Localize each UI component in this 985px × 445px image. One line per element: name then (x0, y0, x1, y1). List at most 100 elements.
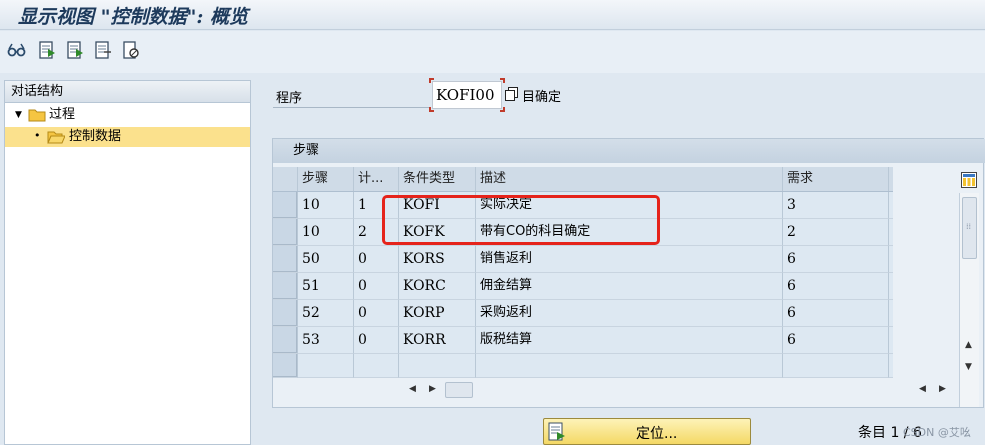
glasses-display-icon[interactable] (7, 40, 27, 60)
row-selector[interactable] (273, 354, 298, 378)
cell-step[interactable]: 10 (298, 192, 354, 219)
watermark: CSDN @艾吆 (903, 426, 971, 439)
cell-condition-type[interactable] (399, 354, 476, 378)
scroll-left-icon[interactable]: ◀ (919, 384, 926, 394)
title-bar: 显示视图 "控制数据": 概览 (0, 0, 985, 30)
header-spacer (889, 167, 893, 191)
scroll-right-icon[interactable]: ▶ (429, 384, 436, 394)
cell-condition-type[interactable]: KORS (399, 246, 476, 273)
cell-condition-type[interactable]: KORP (399, 300, 476, 327)
vertical-scrollbar[interactable]: ⁞⁞ ▲ ▼ (959, 193, 979, 407)
table-row[interactable]: 51 0 KORC 佣金结算 6 (273, 273, 893, 300)
program-description: 目确定 (522, 90, 562, 105)
row-selector[interactable] (273, 300, 298, 327)
cell-step[interactable]: 53 (298, 327, 354, 354)
cell-description: 佣金结算 (476, 273, 783, 300)
cell-counter[interactable]: 0 (354, 273, 399, 300)
cell-condition-type[interactable]: KORR (399, 327, 476, 354)
select-block-icon[interactable] (37, 40, 57, 60)
tree-item-label: 控制数据 (69, 129, 122, 144)
steps-group: 步骤 步骤 计... 条件类型 描述 需求 10 1 KOFI 实际决定 3 1… (272, 138, 985, 408)
print-icon[interactable] (121, 40, 141, 60)
row-spacer (889, 300, 893, 327)
horizontal-scroll-arrows[interactable]: ◀ ▶ (913, 380, 957, 400)
cell-step[interactable]: 50 (298, 246, 354, 273)
cell-requirement[interactable]: 2 (783, 219, 889, 246)
row-spacer (889, 354, 893, 378)
focus-corner (429, 78, 434, 83)
cell-condition-type[interactable]: KORC (399, 273, 476, 300)
row-spacer (889, 273, 893, 300)
table-row[interactable]: 53 0 KORR 版税结算 6 (273, 327, 893, 354)
scroll-right-icon[interactable]: ▶ (939, 384, 946, 394)
panel-header: 对话结构 (5, 81, 250, 103)
open-folder-icon (47, 130, 66, 144)
table-header: 步骤 计... 条件类型 描述 需求 (273, 167, 893, 192)
cell-counter[interactable]: 0 (354, 300, 399, 327)
dialog-structure-panel: 对话结构 ▼ 过程 • 控制数据 (4, 80, 251, 445)
copy-icon[interactable] (505, 87, 518, 101)
scrollbar-thumb[interactable]: ⁞⁞ (962, 197, 977, 259)
select-all-cell[interactable] (273, 167, 298, 191)
row-selector[interactable] (273, 219, 298, 246)
focus-corner (500, 78, 505, 83)
program-label: 程序 (276, 91, 303, 106)
row-selector[interactable] (273, 273, 298, 300)
horizontal-scrollbar[interactable]: ◀ ▶ (403, 380, 475, 400)
scroll-left-icon[interactable]: ◀ (409, 384, 416, 394)
group-title: 步骤 (273, 139, 985, 163)
cell-description (476, 354, 783, 378)
cell-step[interactable]: 10 (298, 219, 354, 246)
cell-requirement[interactable]: 6 (783, 246, 889, 273)
column-header-step[interactable]: 步骤 (298, 167, 354, 191)
row-spacer (889, 192, 893, 219)
row-selector[interactable] (273, 192, 298, 219)
focus-corner (429, 107, 434, 112)
row-spacer (889, 327, 893, 354)
window-title: 显示视图 "控制数据": 概览 (18, 6, 249, 28)
cell-requirement[interactable]: 3 (783, 192, 889, 219)
column-header-description[interactable]: 描述 (476, 167, 783, 191)
column-header-counter[interactable]: 计... (354, 167, 399, 191)
cell-description: 版税结算 (476, 327, 783, 354)
locate-button[interactable]: 定位... (543, 418, 751, 445)
row-selector[interactable] (273, 327, 298, 354)
column-header-requirement[interactable]: 需求 (783, 167, 889, 191)
cell-requirement[interactable] (783, 354, 889, 378)
table-row[interactable]: 50 0 KORS 销售返利 6 (273, 246, 893, 273)
scroll-down-icon[interactable]: ▼ (965, 362, 972, 372)
row-selector[interactable] (273, 246, 298, 273)
cell-description: 销售返利 (476, 246, 783, 273)
previous-entry-icon[interactable] (65, 40, 85, 60)
cell-step[interactable]: 52 (298, 300, 354, 327)
leaf-bullet-icon: • (34, 129, 41, 142)
cell-requirement[interactable]: 6 (783, 300, 889, 327)
folder-icon (28, 108, 46, 122)
next-entry-icon[interactable] (93, 40, 113, 60)
cell-requirement[interactable]: 6 (783, 273, 889, 300)
cell-counter[interactable]: 0 (354, 246, 399, 273)
scroll-up-icon[interactable]: ▲ (965, 340, 972, 350)
cell-description: 采购返利 (476, 300, 783, 327)
expand-triangle-icon[interactable]: ▼ (15, 105, 22, 125)
program-field[interactable]: KOFI00 (432, 81, 502, 109)
column-header-condition-type[interactable]: 条件类型 (399, 167, 476, 191)
cell-counter[interactable]: 0 (354, 327, 399, 354)
cell-step[interactable] (298, 354, 354, 378)
cell-counter[interactable] (354, 354, 399, 378)
row-spacer (889, 219, 893, 246)
scrollbar-thumb[interactable] (445, 382, 473, 398)
cell-requirement[interactable]: 6 (783, 327, 889, 354)
application-toolbar (0, 31, 985, 73)
focus-corner (500, 107, 505, 112)
table-row-empty[interactable] (273, 354, 893, 378)
tree-item-control-data[interactable]: • 控制数据 (5, 127, 250, 147)
tree-item-process[interactable]: ▼ 过程 (5, 105, 250, 125)
cell-step[interactable]: 51 (298, 273, 354, 300)
locate-label: 定位... (636, 426, 678, 442)
tree-item-label: 过程 (49, 107, 76, 122)
annotation-highlight (382, 195, 660, 245)
table-row[interactable]: 52 0 KORP 采购返利 6 (273, 300, 893, 327)
row-spacer (889, 246, 893, 273)
table-settings-icon[interactable] (961, 172, 977, 188)
